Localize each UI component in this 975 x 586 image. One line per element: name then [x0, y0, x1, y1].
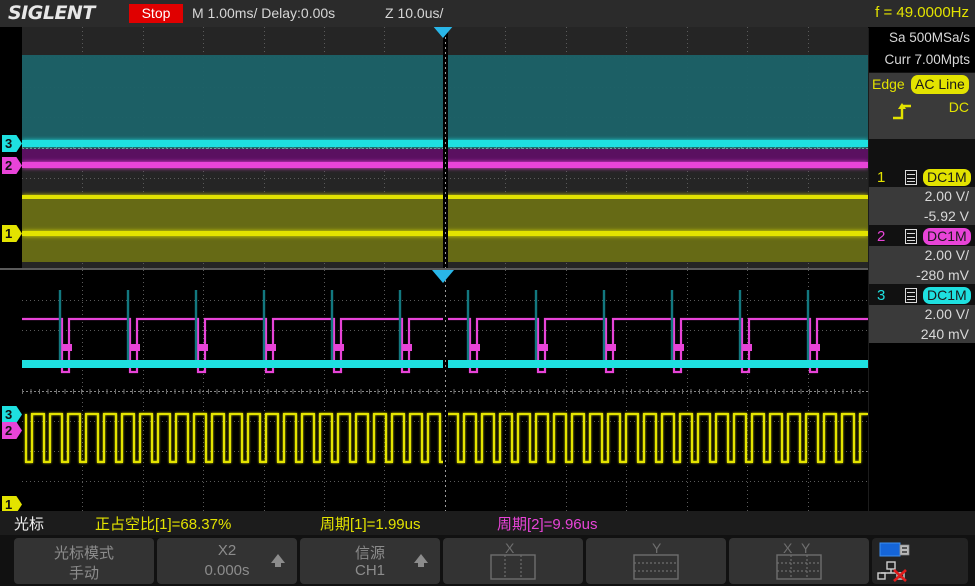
waveform-area[interactable]: 3 2 1 3 2 1: [0, 27, 868, 511]
top-status-bar: SIGLENT Stop M 1.00ms/ Delay:0.00s Z 10.…: [0, 0, 975, 28]
channel-2-header: 2 DC1M: [869, 227, 975, 246]
channel-2-number: 2: [877, 227, 885, 246]
channel-3-panel[interactable]: 3 DC1M 2.00 V/ 240 mV: [869, 286, 975, 343]
ch1-marker-main[interactable]: 1: [2, 225, 22, 242]
brand-logo: SIGLENT: [8, 2, 95, 24]
channel-1-offset: -5.92 V: [924, 208, 969, 224]
bandwidth-icon: [905, 229, 917, 244]
stepper-up-icon[interactable]: [414, 554, 428, 563]
trigger-coupling-label: DC: [949, 99, 969, 115]
bandwidth-icon: [905, 170, 917, 185]
menu-button-source[interactable]: 信源 CH1: [300, 538, 440, 584]
channel-2-volts-div: 2.00 V/: [925, 247, 969, 263]
zoom-trigger-position-bar[interactable]: [443, 270, 448, 511]
run-stop-badge[interactable]: Stop: [129, 4, 183, 23]
measurement-item-2[interactable]: 周期[1]=1.99us: [320, 513, 420, 534]
trigger-type-label: Edge: [872, 76, 905, 92]
measurement-item-3[interactable]: 周期[2]=9.96us: [497, 513, 597, 534]
memory-depth-label: Curr 7.00Mpts: [869, 49, 975, 71]
trigger-marker-zoom[interactable]: [432, 270, 454, 283]
trigger-marker-main[interactable]: [432, 27, 454, 38]
channel-2-offset: -280 mV: [916, 267, 969, 283]
channel-3-number: 3: [877, 286, 885, 305]
channel-2-coupling-badge[interactable]: DC1M: [923, 228, 971, 245]
menu-button-cursor-x[interactable]: X: [443, 538, 583, 584]
ch2-marker-zoom[interactable]: 2: [2, 422, 22, 439]
measurement-item-1[interactable]: 正占空比[1]=68.37%: [95, 513, 231, 534]
channel-1-coupling-badge[interactable]: DC1M: [923, 169, 971, 186]
channel-1-volts-div: 2.00 V/: [925, 188, 969, 204]
menu-button-cursor-mode[interactable]: 光标模式 手动: [14, 538, 154, 584]
main-timebase-label[interactable]: M 1.00ms/ Delay:0.00s: [192, 5, 335, 21]
frequency-readout: f = 49.0000Hz: [875, 4, 969, 21]
menu-button-cursor-mode-line1: 光标模式: [14, 542, 154, 563]
channel-3-header: 3 DC1M: [869, 286, 975, 305]
menu-button-x2[interactable]: X2 0.000s: [157, 538, 297, 584]
svg-text:X: X: [783, 540, 793, 556]
menu-button-io-status[interactable]: [872, 538, 968, 584]
menu-button-cursor-y[interactable]: Y: [586, 538, 726, 584]
right-info-panel: Sa 500MSa/s Curr 7.00Mpts Edge AC Line D…: [869, 27, 975, 511]
ch3-marker-main[interactable]: 3: [2, 135, 22, 152]
trigger-source-badge[interactable]: AC Line: [911, 75, 969, 94]
channel-1-header: 1 DC1M: [869, 168, 975, 187]
ch2-marker-main[interactable]: 2: [2, 157, 22, 174]
menu-button-cursor-mode-line2: 手动: [14, 562, 154, 583]
rising-edge-icon: [891, 101, 917, 126]
stepper-up-icon[interactable]: [271, 554, 285, 563]
sample-rate-label: Sa 500MSa/s: [869, 27, 975, 49]
bandwidth-icon: [905, 288, 917, 303]
ch3-marker-zoom[interactable]: 3: [2, 406, 22, 423]
trigger-position-bar[interactable]: [443, 27, 448, 269]
channel-3-coupling-badge[interactable]: DC1M: [923, 287, 971, 304]
trigger-info-panel[interactable]: Edge AC Line DC: [869, 73, 975, 139]
side-panel-filler: [869, 343, 975, 511]
channel-3-offset: 240 mV: [921, 326, 969, 342]
channel-3-volts-div: 2.00 V/: [925, 306, 969, 322]
acquisition-info[interactable]: Sa 500MSa/s Curr 7.00Mpts: [869, 27, 975, 72]
channel-1-panel[interactable]: 1 DC1M 2.00 V/ -5.92 V: [869, 168, 975, 225]
oscilloscope-screen: SIGLENT Stop M 1.00ms/ Delay:0.00s Z 10.…: [0, 0, 975, 586]
zoom-timebase-label[interactable]: Z 10.0us/: [385, 5, 443, 21]
channel-1-number: 1: [877, 168, 885, 187]
ch1-marker-zoom[interactable]: 1: [2, 496, 22, 511]
svg-text:Y: Y: [801, 540, 811, 556]
svg-text:X: X: [505, 540, 515, 556]
svg-text:Y: Y: [652, 540, 662, 556]
measurement-strip: 光标 正占空比[1]=68.37% 周期[1]=1.99us 周期[2]=9.9…: [0, 511, 975, 535]
zoom-window[interactable]: [22, 270, 868, 511]
cursor-label: 光标: [14, 513, 44, 534]
channel-2-panel[interactable]: 2 DC1M 2.00 V/ -280 mV: [869, 227, 975, 284]
menu-button-cursor-xy[interactable]: X Y: [729, 538, 869, 584]
bottom-menu-bar: 光标模式 手动 X2 0.000s 信源 CH1 X: [0, 535, 975, 586]
main-timebase-window[interactable]: [22, 27, 868, 269]
